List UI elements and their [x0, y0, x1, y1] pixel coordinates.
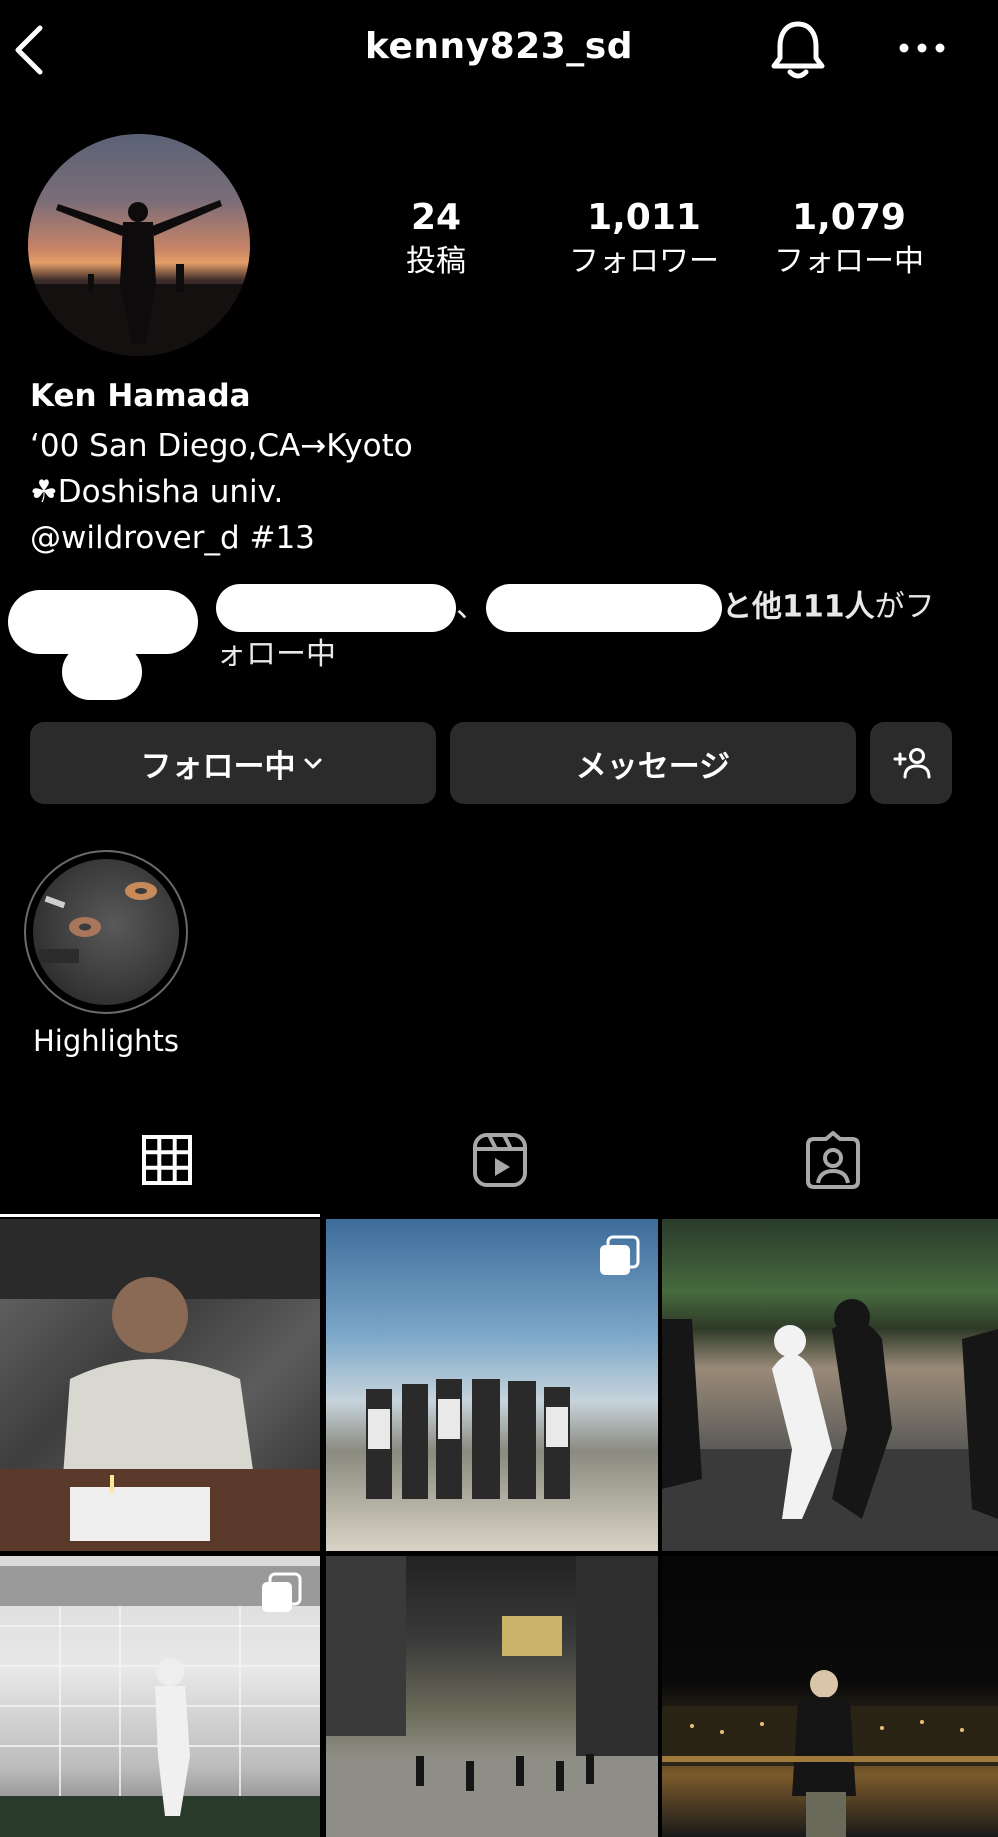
highlight-cover-image — [39, 882, 157, 963]
grid-icon — [141, 1135, 192, 1185]
posts-stat: 24 投稿 — [336, 196, 536, 282]
post-thumbnail-5[interactable] — [326, 1556, 658, 1837]
following-stat[interactable]: 1,079 フォロー中 — [749, 196, 949, 282]
highlight-label[interactable]: Highlights — [0, 1024, 212, 1058]
more-options-button[interactable] — [892, 30, 952, 66]
suggested-users-button[interactable] — [870, 722, 952, 804]
post-image — [0, 1219, 320, 1551]
posts-count: 24 — [410, 197, 462, 238]
bio-line-school: ☘Doshisha univ. — [30, 474, 284, 510]
post-thumbnail-2[interactable] — [326, 1219, 658, 1551]
redacted-user-1 — [216, 584, 456, 632]
multiple-photos-icon — [262, 1572, 302, 1612]
bio-line-team[interactable]: @wildrover_d #13 — [30, 518, 315, 558]
tab-posts-grid[interactable] — [0, 1125, 333, 1195]
profile-avatar[interactable] — [28, 134, 250, 356]
multiple-photos-icon — [600, 1235, 640, 1275]
message-button-label: メッセージ — [575, 748, 731, 785]
followers-stat[interactable]: 1,011 フォロワー — [544, 196, 744, 282]
post-image — [326, 1556, 658, 1837]
post-thumbnail-3[interactable] — [662, 1219, 998, 1551]
more-dots-icon — [899, 43, 945, 53]
post-image — [662, 1299, 998, 1551]
notifications-button[interactable] — [768, 18, 828, 82]
bell-icon — [771, 21, 825, 79]
profile-display-name: Ken Hamada — [30, 378, 251, 414]
tab-reels[interactable] — [333, 1125, 666, 1195]
redacted-user-2 — [486, 584, 722, 632]
followed-by-separator: 、 — [456, 589, 486, 625]
followers-count: 1,011 — [587, 197, 701, 238]
highlight-cover[interactable] — [33, 859, 179, 1005]
followers-label: フォロワー — [569, 244, 719, 279]
active-tab-indicator — [0, 1214, 320, 1217]
redacted-avatars-bottom — [62, 644, 142, 700]
post-thumbnail-4[interactable] — [0, 1556, 320, 1837]
following-label: フォロー中 — [774, 244, 924, 279]
posts-label: 投稿 — [406, 244, 466, 279]
followed-by-others: と他 — [722, 589, 782, 625]
followed-by-text[interactable]: 、と他111人がフォロー中 — [216, 584, 956, 678]
add-person-icon — [893, 748, 931, 779]
reels-icon — [472, 1133, 527, 1187]
avatar-photo — [28, 200, 250, 356]
post-thumbnail-6[interactable] — [662, 1556, 998, 1837]
following-button-label: フォロー中 — [140, 748, 296, 785]
post-image — [662, 1670, 998, 1837]
tagged-icon — [805, 1131, 860, 1189]
chevron-down-icon — [304, 758, 321, 769]
followed-by-count: 111人 — [782, 589, 875, 625]
message-button[interactable]: メッセージ — [450, 722, 856, 804]
profile-username-title: kenny823_sd — [365, 26, 633, 67]
bio-line-location: ‘00 San Diego,CA→Kyoto — [30, 428, 413, 464]
following-dropdown-button[interactable]: フォロー中 — [30, 722, 436, 804]
tab-tagged[interactable] — [666, 1125, 998, 1195]
post-thumbnail-1[interactable] — [0, 1219, 320, 1551]
following-count: 1,079 — [792, 197, 906, 238]
